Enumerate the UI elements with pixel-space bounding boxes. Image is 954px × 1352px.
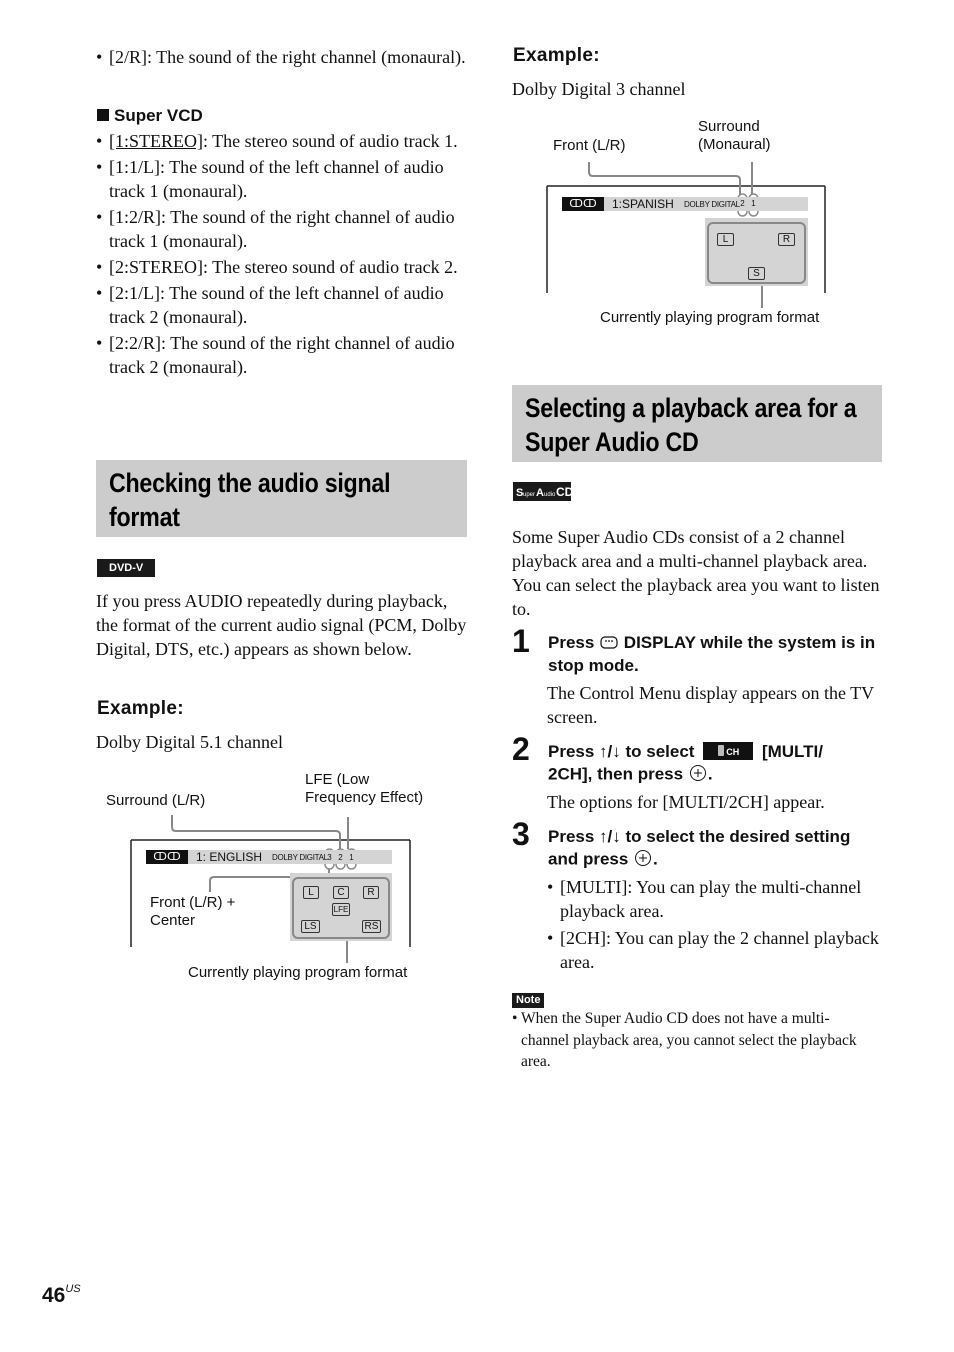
enter-button-icon: [688, 763, 708, 787]
section-heading-playback-area: Selecting a playback area for a Super Au…: [512, 385, 882, 462]
list-item: [1:2/R]: The sound of the right channel …: [96, 205, 468, 253]
list-item: [1:1/L]: The sound of the left channel o…: [96, 155, 468, 203]
svg-text:CD: CD: [556, 485, 571, 499]
multi-2ch-icon: CH: [703, 742, 754, 760]
step-number: 1: [512, 623, 530, 659]
label-front-2: Center: [150, 912, 196, 929]
step-bullets: [MULTI]: You can play the multi-channel …: [547, 875, 887, 974]
page-number: 46US: [42, 1283, 81, 1307]
step-title: Press ↑/↓ to select the desired setting …: [548, 826, 893, 872]
channel-L: L: [303, 886, 319, 899]
square-bullet-icon: [97, 109, 109, 121]
enter-button-icon: [633, 848, 653, 872]
channel-count-front: 2: [740, 199, 745, 208]
channel-count-front: 3: [327, 853, 332, 862]
label-lfe-2: Frequency Effect): [305, 789, 424, 806]
label-front-1: Front (L/R) +: [150, 894, 236, 911]
dvd-v-badge: DVD-V: [97, 558, 156, 577]
label-front: Front (L/R): [553, 137, 626, 154]
display-button-icon: [599, 633, 619, 655]
svg-text:uper: uper: [523, 492, 535, 498]
super-vcd-heading: Super VCD: [97, 105, 203, 127]
channel-RS: RS: [362, 920, 381, 933]
channel-R: R: [778, 233, 795, 246]
osd-format: DOLBY DIGITAL: [272, 853, 328, 862]
section-heading-audio-signal: Checking the audio signal format: [96, 460, 467, 537]
list-item: [2:2/R]: The sound of the right channel …: [96, 331, 468, 379]
svg-text:A: A: [536, 487, 544, 499]
list-item: [MULTI]: You can play the multi-channel …: [547, 875, 887, 923]
step-title: Press DISPLAY while the system is in sto…: [548, 633, 876, 675]
step-number: 3: [512, 816, 530, 852]
osd-language: 1: ENGLISH: [196, 850, 263, 864]
left-intro: [2/R]: The sound of the right channel (m…: [96, 45, 468, 69]
super-audio-cd-logo: S uper A udio CD: [516, 485, 574, 499]
dolby-3ch-diagram: Front (L/R) Surround (Monaural) ↀↀ 1:SPA…: [540, 110, 850, 335]
note-text: When the Super Audio CD does not have a …: [512, 1008, 872, 1073]
osd-format: DOLBY DIGITAL: [684, 200, 740, 209]
channel-LS: LS: [301, 920, 320, 933]
channel-LFE: LFE: [332, 903, 350, 916]
svg-text:udio: udio: [544, 492, 556, 498]
super-vcd-list: [1:STEREO]: The stereo sound of audio tr…: [96, 129, 468, 379]
channel-L: L: [717, 233, 734, 246]
label-surround-1: Surround: [698, 118, 760, 135]
label-surround-2: (Monaural): [698, 136, 771, 153]
list-item: [2CH]: You can play the 2 channel playba…: [547, 926, 887, 974]
example-caption: Dolby Digital 5.1 channel: [96, 732, 283, 752]
item-key: [1:STEREO]: [109, 131, 203, 151]
channel-R: R: [363, 886, 379, 899]
note-badge: Note: [512, 990, 545, 1008]
section-body: If you press AUDIO repeatedly during pla…: [96, 591, 467, 659]
section-body: Some Super Audio CDs consist of a 2 chan…: [512, 527, 880, 619]
channel-C: C: [333, 886, 349, 899]
example-label: Example:: [97, 698, 184, 719]
list-item: [2:STEREO]: The stereo sound of audio tr…: [96, 255, 468, 279]
channel-S: S: [748, 267, 765, 280]
example-label: Example:: [513, 45, 600, 66]
bullet-item: [2/R]: The sound of the right channel (m…: [96, 45, 468, 69]
example-caption: Dolby Digital 3 channel: [512, 79, 686, 99]
step-number: 2: [512, 731, 530, 767]
step-body: The options for [MULTI/2CH] appear.: [547, 792, 825, 812]
channel-count-surround: 2: [338, 853, 343, 862]
speaker-icon: [718, 745, 725, 756]
dolby-5-1-diagram: Surround (L/R) LFE (Low Frequency Effect…: [100, 765, 460, 995]
channel-count-lfe: 1: [349, 853, 354, 862]
step-body: The Control Menu display appears on the …: [547, 683, 874, 727]
super-audio-cd-badge: S uper A udio CD: [513, 482, 574, 501]
label-current-format: Currently playing program format: [600, 309, 820, 326]
label-lfe-1: LFE (Low: [305, 771, 370, 788]
step-title: Press ↑/↓ to select CH [MULTI/ 2CH], the…: [548, 741, 893, 787]
audio-icon: ↀↀ: [562, 197, 604, 211]
channel-count-surround: 1: [751, 199, 756, 208]
audio-icon: ↀↀ: [146, 850, 188, 864]
list-item: [2:1/L]: The sound of the left channel o…: [96, 281, 468, 329]
osd-language: 1:SPANISH: [612, 197, 674, 211]
list-item: [1:STEREO]: The stereo sound of audio tr…: [96, 129, 468, 153]
label-current-format: Currently playing program format: [188, 964, 408, 981]
label-surround: Surround (L/R): [106, 792, 206, 809]
